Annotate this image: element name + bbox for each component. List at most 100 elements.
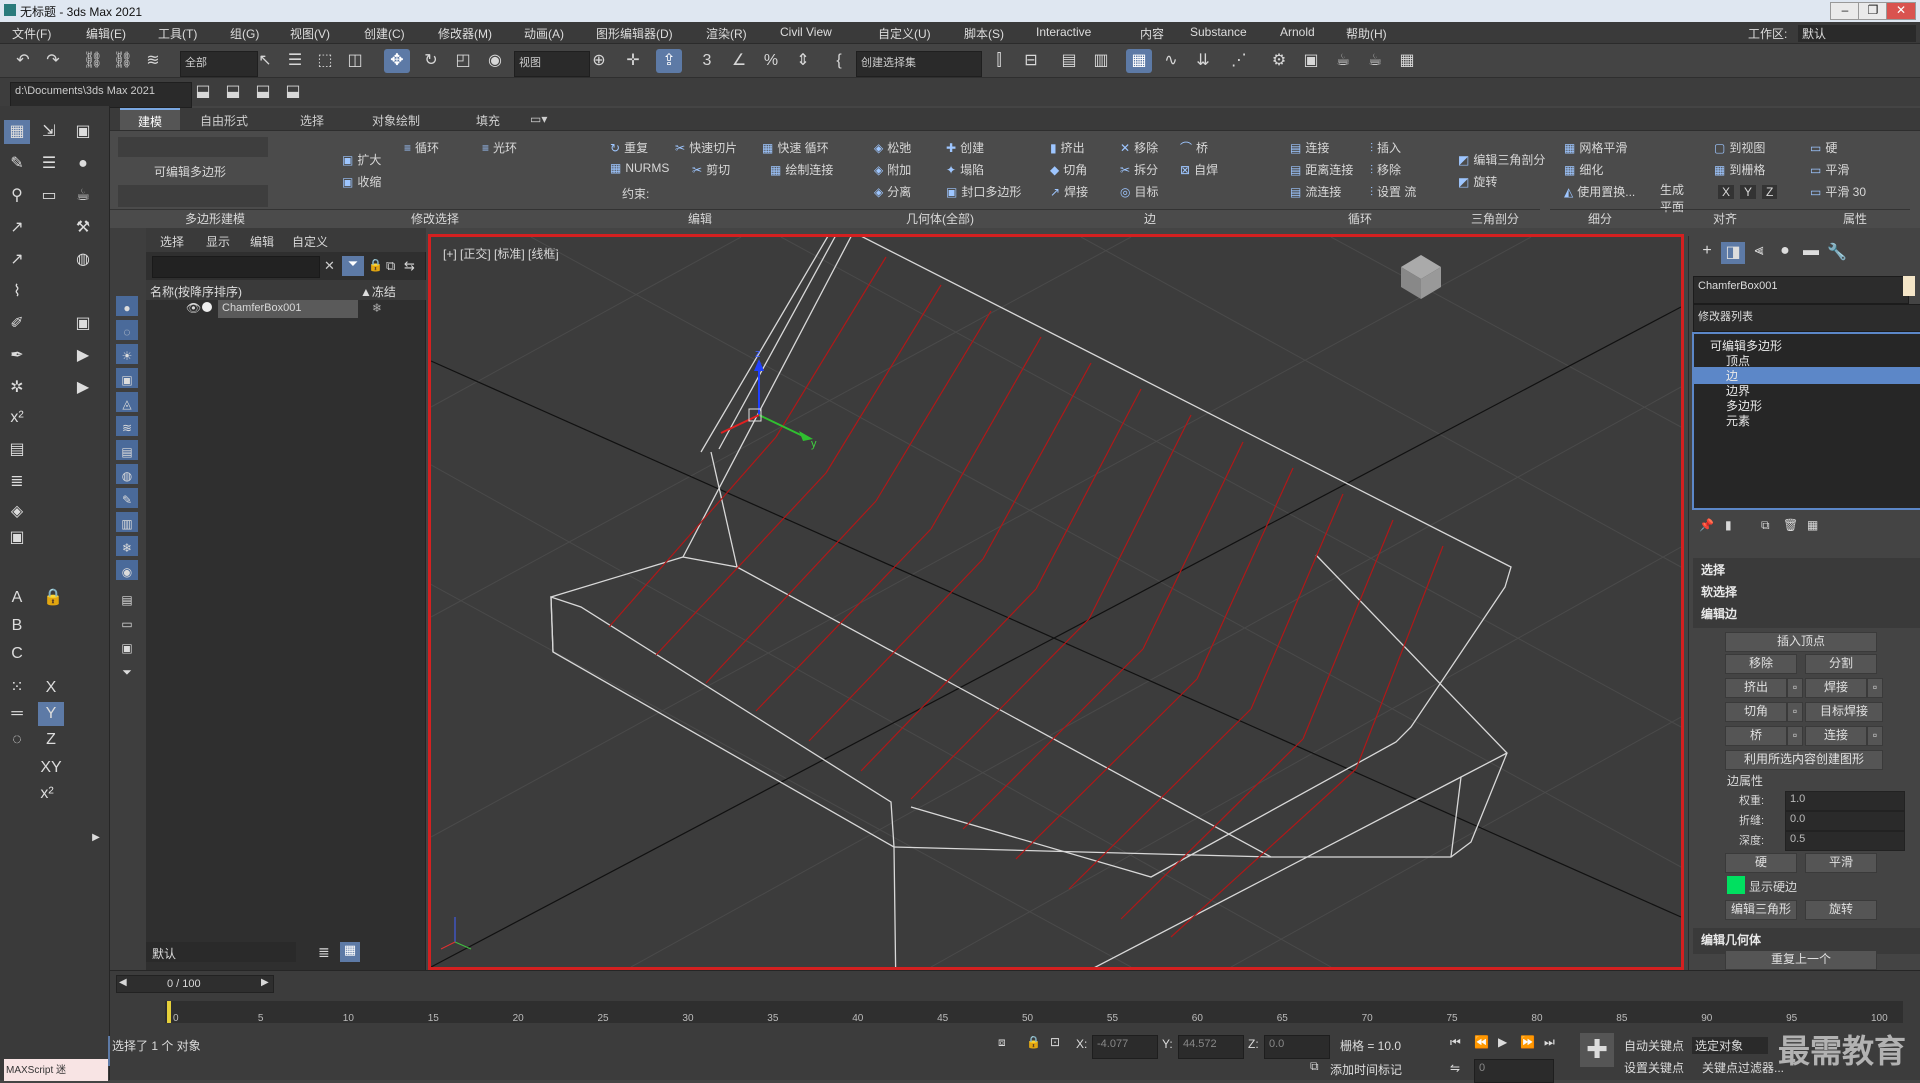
bridge-button[interactable]: ⌒ 桥 xyxy=(1180,139,1208,156)
lock-selection-icon[interactable]: 🔒 xyxy=(368,258,383,272)
extrude-button[interactable]: ▮ 挤出 xyxy=(1050,139,1085,156)
ribbon-tab-populate[interactable]: 填充 xyxy=(476,112,500,129)
remove-button[interactable]: 移除 xyxy=(1725,654,1797,674)
axis-z-icon[interactable]: Z xyxy=(38,728,64,752)
filter-bones-icon[interactable]: ✎ xyxy=(116,488,138,508)
select-manipulate-icon[interactable]: ✛ xyxy=(620,49,646,73)
set-key-button[interactable]: 设置关键点 xyxy=(1624,1059,1684,1076)
close-button[interactable]: ✕ xyxy=(1886,2,1916,20)
undo-icon[interactable]: ↶ xyxy=(10,49,36,73)
hierarchy-icon[interactable]: ⧉ xyxy=(386,258,395,274)
layer-stack-icon[interactable]: ≣ xyxy=(318,944,330,961)
menu-edit[interactable]: 编辑(E) xyxy=(86,25,126,42)
filter-all-icon[interactable]: ▭ xyxy=(116,612,138,632)
smooth-button-panel[interactable]: 平滑 xyxy=(1805,853,1877,873)
select-object-icon[interactable]: ↖ xyxy=(252,49,278,73)
layers-tool-icon[interactable]: ▤ xyxy=(4,438,30,462)
scene-object-row[interactable]: 👁 ChamferBox001 ❄ xyxy=(146,300,426,318)
ribbon-options-icon[interactable]: ▭▾ xyxy=(530,112,547,126)
object-name-cell[interactable]: ChamferBox001 xyxy=(218,300,358,318)
play-icon[interactable]: ▶ xyxy=(1498,1035,1507,1049)
menu-modifiers[interactable]: 修改器(M) xyxy=(438,25,492,42)
axis-x2-icon[interactable]: x² xyxy=(34,782,60,806)
link-icon[interactable]: ⛓ xyxy=(80,49,106,73)
remove-modifier-icon[interactable]: 🗑 xyxy=(1783,518,1798,532)
layer-dropdown[interactable]: 默认 xyxy=(146,942,296,962)
menu-file[interactable]: 文件(F) xyxy=(12,25,51,42)
cube-tool-icon[interactable]: ▣ xyxy=(70,312,96,336)
menu-customize[interactable]: 自定义(U) xyxy=(878,25,931,42)
filter-shapes-icon[interactable]: ◌ xyxy=(116,320,138,340)
extrude-settings-button[interactable]: ▫ xyxy=(1787,678,1803,698)
filter-frozen-icon[interactable]: ❄ xyxy=(116,536,138,556)
collapse-button[interactable]: ✦ 塌陷 xyxy=(946,161,984,178)
depth-spinner[interactable]: 0.5 xyxy=(1785,831,1905,851)
select-by-name-icon[interactable]: ☰ xyxy=(282,49,308,73)
crease-spinner[interactable]: 0.0 xyxy=(1785,811,1905,831)
modifier-list-dropdown[interactable]: 修改器列表 xyxy=(1693,304,1920,332)
filter-lights-icon[interactable]: ☀ xyxy=(116,344,138,364)
connect-settings-button[interactable]: ▫ xyxy=(1867,726,1883,746)
nurms-button[interactable]: ▦ NURMS xyxy=(610,161,669,175)
align-icon[interactable]: ⊟ xyxy=(1018,49,1044,73)
to-view-button[interactable]: ▢ 到视图 xyxy=(1714,139,1765,156)
align-y-button[interactable]: Y xyxy=(1740,185,1757,199)
menu-view[interactable]: 视图(V) xyxy=(290,25,330,42)
shrink-button[interactable]: ▣ 收缩 xyxy=(342,173,381,190)
project-new-icon[interactable]: ⬓ xyxy=(220,80,246,104)
rollout-edit-edges[interactable]: 编辑边 xyxy=(1693,602,1920,628)
redo-icon[interactable]: ↷ xyxy=(40,49,66,73)
move-icon[interactable]: ✥ xyxy=(384,49,410,73)
x-coord-field[interactable]: -4.077 xyxy=(1092,1035,1158,1059)
group-triangulation[interactable]: 三角剖分 xyxy=(1450,209,1540,228)
selection-filter-dropdown[interactable]: 全部 xyxy=(180,51,258,77)
group-subdivision[interactable]: 细分 xyxy=(1550,209,1650,228)
grow-button[interactable]: ▣ 扩大 xyxy=(342,151,381,168)
remove-edge-button[interactable]: ✕ 移除 xyxy=(1120,139,1158,156)
split-button-panel[interactable]: 分割 xyxy=(1805,654,1877,674)
freeze-snowflake-icon[interactable]: ❄ xyxy=(372,301,382,315)
play-tool-icon[interactable]: ▶ xyxy=(70,344,96,368)
bind-space-warp-icon[interactable]: ≋ xyxy=(140,49,166,73)
attach-button[interactable]: ◈ 附加 xyxy=(874,161,911,178)
viewport-orthographic[interactable]: [+] [正交] [标准] [线框] z y xyxy=(428,234,1684,970)
box-tool-icon[interactable]: ▣ xyxy=(4,526,30,550)
relax-button[interactable]: ◈ 松弛 xyxy=(874,139,911,156)
time-slider-prev-icon[interactable]: ◀ xyxy=(119,977,127,988)
split-button[interactable]: ✂ 拆分 xyxy=(1120,161,1158,178)
percent-snap-icon[interactable]: % xyxy=(758,49,784,73)
pen-tool-icon[interactable]: ✒ xyxy=(4,344,30,368)
edit-named-sel-icon[interactable]: { xyxy=(826,49,852,73)
menu-help[interactable]: 帮助(H) xyxy=(1346,25,1387,42)
menu-arnold[interactable]: Arnold xyxy=(1280,25,1315,39)
filter-containers-icon[interactable]: ▥ xyxy=(116,512,138,532)
text-c-icon[interactable]: C xyxy=(4,642,30,666)
distconnect-button[interactable]: ▤ 距离连接 xyxy=(1290,161,1353,178)
filter-hidden-icon[interactable]: ◉ xyxy=(116,560,138,580)
key-selection-dropdown[interactable]: 选定对象 xyxy=(1692,1037,1768,1054)
layers2-tool-icon[interactable]: ◈ xyxy=(4,500,30,524)
workspace-dropdown[interactable]: 默认 xyxy=(1798,25,1916,42)
group-properties[interactable]: 属性 xyxy=(1800,209,1910,228)
visibility-eye-icon[interactable]: 👁 xyxy=(186,301,201,315)
cut-button[interactable]: ✂ 剪切 xyxy=(692,161,730,178)
filter-none-icon[interactable]: ▣ xyxy=(116,636,138,656)
text-b-icon[interactable]: B xyxy=(4,614,30,638)
lock-icon[interactable]: 🔒 xyxy=(40,586,66,610)
transform-gizmo[interactable]: z y xyxy=(720,348,817,450)
isolate-icon[interactable]: ⧈ xyxy=(998,1035,1006,1050)
menu-rendering[interactable]: 渲染(R) xyxy=(706,25,747,42)
snaps-toggle-icon[interactable]: 3 xyxy=(694,49,720,73)
xsquared-tool-icon[interactable]: x² xyxy=(4,406,30,430)
modify-panel-icon[interactable]: ◨ xyxy=(1721,242,1745,264)
keyboard-shortcut-override-icon[interactable]: ⇪ xyxy=(656,49,682,73)
viewcube-icon[interactable] xyxy=(1401,255,1441,299)
mirror-icon[interactable]: ⫿ xyxy=(986,49,1012,73)
use-displacement-button[interactable]: ◭ 使用置换... xyxy=(1564,183,1635,200)
next-frame-icon[interactable]: ⏩ xyxy=(1520,1035,1535,1049)
menu-substance[interactable]: Substance xyxy=(1190,25,1247,39)
render-iterative-icon[interactable]: ☕ xyxy=(1362,49,1388,73)
group-loops[interactable]: 循环 xyxy=(1270,209,1450,228)
quickslice-button[interactable]: ✂ 快速切片 xyxy=(675,139,737,156)
sync-selection-icon[interactable]: ⇆ xyxy=(404,258,415,274)
